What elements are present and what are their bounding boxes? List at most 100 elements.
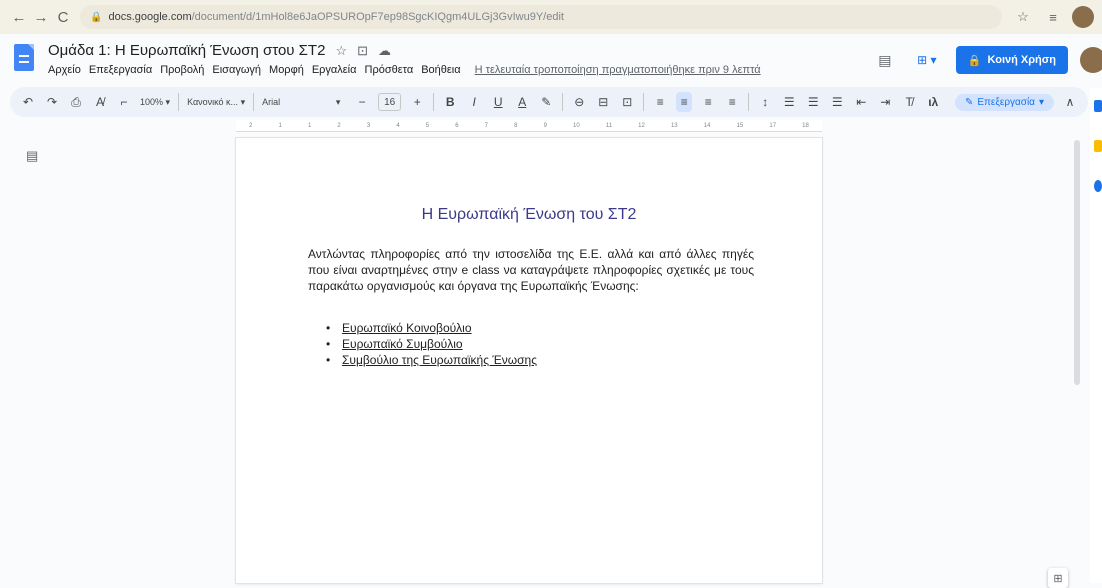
- reload-icon[interactable]: C: [52, 6, 74, 28]
- ruler-tick-label: 2: [249, 122, 253, 129]
- menu-format[interactable]: Μορφή: [269, 64, 304, 76]
- menu-bar: Αρχείο Επεξεργασία Προβολή Εισαγωγή Μορφ…: [48, 64, 761, 76]
- menu-edit[interactable]: Επεξεργασία: [89, 64, 152, 76]
- share-button[interactable]: 🔒 Κοινή Χρήση: [955, 46, 1068, 74]
- document-paragraph: Αντλώντας πληροφορίες από την ιστοσελίδα…: [308, 247, 754, 293]
- spellcheck-icon[interactable]: A̸: [92, 92, 108, 112]
- pencil-icon: ✎: [964, 96, 974, 108]
- list-item: Ευρωπαϊκό Κοινοβούλιο: [326, 320, 537, 336]
- ruler-tick-label: 13: [670, 122, 678, 129]
- lock-icon: 🔒: [90, 11, 103, 23]
- ruler-tick-label: 14: [703, 122, 711, 129]
- doc-title-row: Ομάδα 1: Η Ευρωπαϊκή Ένωση στου ΣΤ2 ☆ ⊡ …: [48, 42, 391, 59]
- bookmark-star-icon[interactable]: ☆: [1012, 6, 1034, 28]
- document-outline-icon[interactable]: ▤: [26, 148, 38, 164]
- ruler-tick-label: 15: [736, 122, 744, 129]
- font-size-input[interactable]: 16: [378, 93, 402, 111]
- ruler-tick-label: 18: [802, 122, 809, 129]
- undo-icon[interactable]: ↶: [20, 92, 36, 112]
- ruler-tick-label: 1: [307, 122, 312, 129]
- ruler-tick-label: 2: [337, 122, 341, 129]
- cloud-status-icon[interactable]: ☁: [378, 43, 391, 59]
- list-item-link[interactable]: Ευρωπαϊκό Συμβούλιο: [342, 337, 463, 351]
- horizontal-ruler[interactable]: 2 1 1 2 3 4 5 6 7 8 9 10 11 12 13 14 15 17 18: [236, 120, 822, 132]
- reading-list-icon[interactable]: ≡: [1042, 6, 1064, 28]
- docs-logo-icon[interactable]: [14, 44, 34, 71]
- last-edit-link[interactable]: Η τελευταία τροποποίηση πραγματοποιήθηκε…: [475, 64, 761, 76]
- collapse-toolbar-icon[interactable]: ∧: [1062, 92, 1078, 112]
- line-spacing-icon[interactable]: ↕: [757, 92, 773, 112]
- share-label: Κοινή Χρήση: [987, 54, 1056, 66]
- ruler-tick-label: 12: [638, 122, 645, 129]
- align-left-icon[interactable]: ≡: [652, 92, 668, 112]
- url-path: /document/d/1mHol8e6JaOPSUROpF7ep98SgcKI…: [191, 11, 564, 23]
- align-right-icon[interactable]: ≡: [700, 92, 716, 112]
- list-item: Συμβούλιο της Ευρωπαϊκής Ένωσης: [326, 352, 537, 368]
- align-justify-icon[interactable]: ≡: [724, 92, 740, 112]
- italic-icon[interactable]: I: [466, 92, 482, 112]
- image-icon[interactable]: ⊡: [619, 92, 635, 112]
- doc-title[interactable]: Ομάδα 1: Η Ευρωπαϊκή Ένωση στου ΣΤ2: [48, 42, 325, 59]
- ruler-tick-label: 11: [605, 122, 613, 129]
- bulleted-list: Ευρωπαϊκό Κοινοβούλιο Ευρωπαϊκό Συμβούλι…: [326, 320, 537, 368]
- highlight-icon[interactable]: ✎: [538, 92, 554, 112]
- comments-icon[interactable]: ▤: [872, 47, 898, 73]
- checklist-icon[interactable]: ☰: [781, 92, 797, 112]
- chevron-down-icon: ▾: [1038, 96, 1044, 108]
- bold-icon[interactable]: B: [442, 92, 458, 112]
- comment-icon[interactable]: ⊟: [595, 92, 611, 112]
- numbered-list-icon[interactable]: ☰: [829, 92, 845, 112]
- tasks-icon[interactable]: [1094, 180, 1102, 192]
- increase-font-button[interactable]: +: [409, 92, 425, 112]
- menu-insert[interactable]: Εισαγωγή: [212, 64, 261, 76]
- keep-icon[interactable]: [1094, 140, 1102, 152]
- menu-file[interactable]: Αρχείο: [48, 64, 81, 76]
- menu-addons[interactable]: Πρόσθετα: [365, 64, 414, 76]
- link-icon[interactable]: ⊖: [571, 92, 587, 112]
- document-page[interactable]: Η Ευρωπαϊκή Ένωση του ΣΤ2 Αντλώντας πληρ…: [236, 138, 822, 583]
- increase-indent-icon[interactable]: ⇥: [877, 92, 893, 112]
- star-icon[interactable]: ☆: [335, 43, 347, 59]
- move-folder-icon[interactable]: ⊡: [357, 43, 368, 59]
- browser-profile-avatar[interactable]: [1072, 6, 1094, 28]
- text-color-icon[interactable]: A: [514, 92, 530, 112]
- list-item-link[interactable]: Συμβούλιο της Ευρωπαϊκής Ένωσης: [342, 353, 537, 367]
- list-item: Ευρωπαϊκό Συμβούλιο: [326, 336, 537, 352]
- calendar-icon[interactable]: [1094, 100, 1102, 112]
- ruler-tick-label: 6: [455, 122, 459, 129]
- side-panel: [1090, 88, 1102, 583]
- menu-help[interactable]: Βοήθεια: [421, 64, 460, 76]
- zoom-select[interactable]: 100% ▾: [140, 92, 170, 112]
- ruler-tick-label: 3: [366, 122, 371, 129]
- ruler-tick-label: 17: [769, 122, 777, 129]
- ruler-tick-label: 1: [278, 122, 282, 129]
- redo-icon[interactable]: ↷: [44, 92, 60, 112]
- paint-format-icon[interactable]: ⌐: [116, 92, 132, 112]
- back-icon[interactable]: ←: [8, 6, 30, 28]
- ruler-tick-label: 4: [396, 122, 400, 129]
- decrease-font-button[interactable]: −: [354, 92, 370, 112]
- input-tools-icon[interactable]: ιλ: [925, 92, 941, 112]
- editing-mode-select[interactable]: ✎ Επεξεργασία ▾: [954, 93, 1054, 111]
- ruler-tick-label: 9: [543, 122, 547, 129]
- ruler-tick-label: 7: [484, 122, 489, 129]
- font-dropdown-icon[interactable]: ▾: [330, 92, 346, 112]
- present-button[interactable]: ⊞ ▾: [910, 48, 944, 72]
- bulleted-list-icon[interactable]: ☰: [805, 92, 821, 112]
- explore-icon[interactable]: ⊞: [1048, 568, 1068, 588]
- list-item-link[interactable]: Ευρωπαϊκό Κοινοβούλιο: [342, 321, 472, 335]
- decrease-indent-icon[interactable]: ⇤: [853, 92, 869, 112]
- menu-tools[interactable]: Εργαλεία: [312, 64, 357, 76]
- clear-formatting-icon[interactable]: T̸: [901, 92, 917, 112]
- font-select[interactable]: Arial: [262, 92, 322, 112]
- style-select[interactable]: Κανονικό κ... ▾: [187, 92, 245, 112]
- vertical-scrollbar[interactable]: [1074, 140, 1080, 385]
- underline-icon[interactable]: U: [490, 92, 506, 112]
- align-center-icon[interactable]: ≡: [676, 92, 693, 112]
- menu-view[interactable]: Προβολή: [160, 64, 204, 76]
- forward-icon[interactable]: →: [30, 6, 52, 28]
- print-icon[interactable]: ⎙: [68, 92, 84, 112]
- address-bar[interactable]: 🔒 docs.google.com /document/d/1mHol8e6Ja…: [80, 5, 1002, 29]
- ruler-tick-label: 5: [425, 122, 430, 129]
- user-avatar[interactable]: [1080, 47, 1102, 73]
